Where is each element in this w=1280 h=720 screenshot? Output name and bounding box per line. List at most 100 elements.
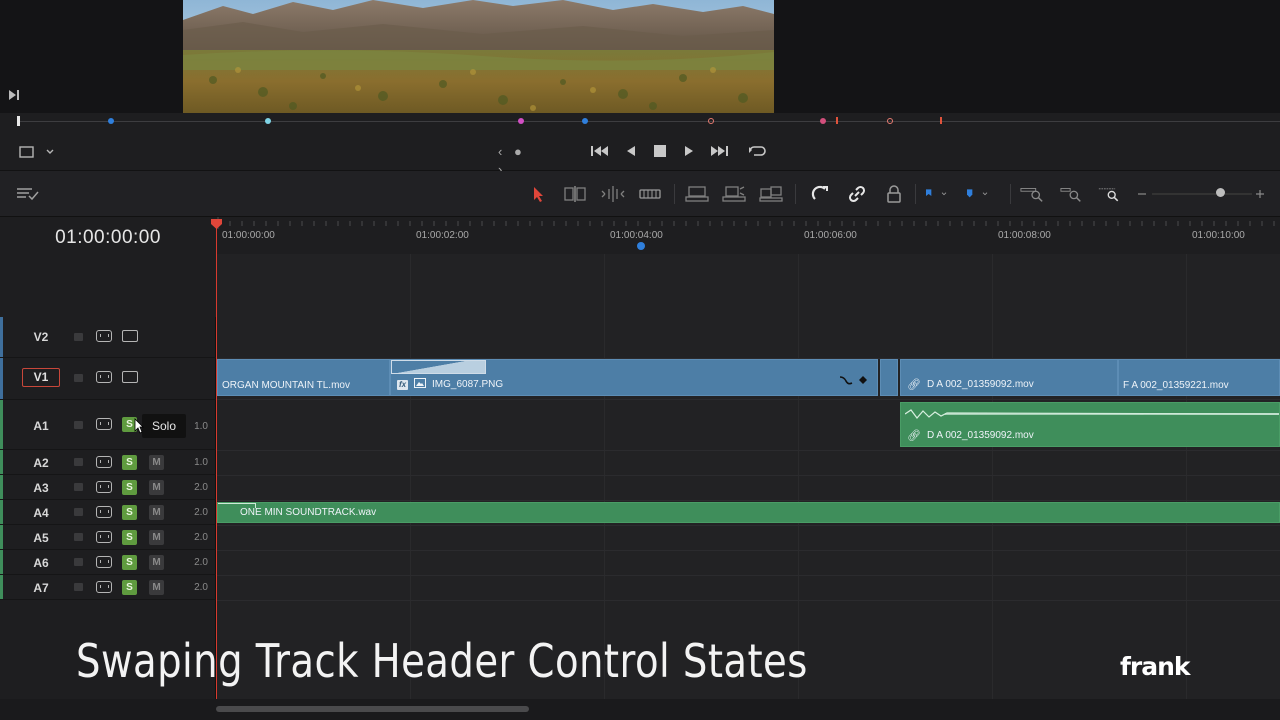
ruler-label: 01:00:10:00 <box>1192 230 1245 241</box>
clip-d-a002-video[interactable]: 🔗︎ D A 002_01359092.mov <box>900 359 1118 396</box>
lock-track-icon[interactable] <box>74 374 83 382</box>
insert-clip-icon[interactable] <box>685 183 709 205</box>
track-header-a3[interactable]: A3 S M 2.0 <box>0 475 216 500</box>
solo-button[interactable]: S <box>122 480 137 495</box>
lock-track-icon[interactable] <box>74 508 83 516</box>
viewer-mode-dropdown[interactable] <box>18 143 58 161</box>
track-header-a5[interactable]: A5 S M 2.0 <box>0 525 216 550</box>
auto-select-icon[interactable] <box>96 481 112 493</box>
zoom-slider-track[interactable] <box>1152 193 1252 195</box>
go-to-last-frame-icon[interactable] <box>708 141 730 161</box>
timeline-tracks-area[interactable] <box>216 254 1280 699</box>
lock-track-icon[interactable] <box>74 533 83 541</box>
auto-select-icon[interactable] <box>96 506 112 518</box>
lock-track-icon[interactable] <box>74 421 83 429</box>
timeline-marker-blue[interactable] <box>637 242 645 250</box>
lock-track-icon[interactable] <box>74 558 83 566</box>
zoom-in-icon[interactable] <box>1250 183 1270 205</box>
solo-button[interactable]: S <box>122 455 137 470</box>
auto-select-icon[interactable] <box>96 330 112 342</box>
auto-select-icon[interactable] <box>96 418 112 430</box>
transition-fade[interactable] <box>391 360 486 374</box>
detail-zoom-icon[interactable] <box>1060 183 1084 205</box>
scrubber-marker-blue[interactable] <box>108 118 114 124</box>
mute-button[interactable]: M <box>149 455 164 470</box>
snapping-icon[interactable] <box>808 183 832 205</box>
track-header-a2[interactable]: A2 S M 1.0 <box>0 450 216 475</box>
auto-select-icon[interactable] <box>96 371 112 383</box>
keyframe-curve-icon[interactable] <box>839 372 871 390</box>
scrubber-marker-pink[interactable] <box>518 118 524 124</box>
track-header-a4[interactable]: A4 S M 2.0 <box>0 500 216 525</box>
lock-track-icon[interactable] <box>74 333 83 341</box>
play-icon[interactable] <box>678 141 700 161</box>
scrubber-marker-hollow[interactable] <box>887 118 893 124</box>
stop-icon[interactable] <box>649 141 671 161</box>
scrubber-marker-rose[interactable] <box>820 118 826 124</box>
timeline-ruler[interactable]: 01:00:00:00 01:00:02:00 01:00:04:00 01:0… <box>216 217 1280 254</box>
trim-edit-mode-icon[interactable] <box>563 183 587 205</box>
lock-track-icon[interactable] <box>74 458 83 466</box>
linked-selection-icon[interactable] <box>845 183 869 205</box>
scrubber-playhead[interactable] <box>17 116 20 126</box>
flag-dropdown-icon[interactable] <box>924 183 948 205</box>
mute-button[interactable]: M <box>149 480 164 495</box>
playhead-handle[interactable] <box>210 217 223 229</box>
track-divider <box>216 450 1280 451</box>
disable-video-track-icon[interactable] <box>122 371 138 383</box>
lock-track-icon[interactable] <box>74 483 83 491</box>
dynamic-trim-mode-icon[interactable] <box>601 183 625 205</box>
lock-track-icon[interactable] <box>74 583 83 591</box>
timeline-bottom-bar <box>0 699 1280 720</box>
viewer-scrubber[interactable] <box>0 113 1280 131</box>
timeline-horizontal-scrollbar[interactable] <box>216 706 529 712</box>
mute-button[interactable]: M <box>149 580 164 595</box>
clip-d-a002-audio[interactable]: 🔗︎ D A 002_01359092.mov <box>900 402 1280 447</box>
position-lock-icon[interactable] <box>882 183 906 205</box>
marker-dropdown-icon[interactable] <box>965 183 989 205</box>
track-header-v1[interactable]: V1 <box>0 358 216 400</box>
full-extent-zoom-icon[interactable] <box>1020 183 1044 205</box>
loop-icon[interactable] <box>745 141 767 161</box>
blade-edit-mode-icon[interactable] <box>638 183 662 205</box>
solo-button[interactable]: S <box>122 505 137 520</box>
jog-control[interactable]: ‹ ● › <box>498 143 538 177</box>
track-name-destination[interactable]: V1 <box>22 368 60 387</box>
clip-organ-mountain[interactable]: ORGAN MOUNTAIN TL.mov <box>217 359 390 396</box>
skip-to-end-icon[interactable] <box>8 89 22 103</box>
timeline-timecode[interactable]: 01:00:00:00 <box>0 227 216 249</box>
zoom-slider-handle[interactable] <box>1216 188 1225 197</box>
overwrite-clip-icon[interactable] <box>722 183 746 205</box>
solo-button[interactable]: S <box>122 530 137 545</box>
track-header-a7[interactable]: A7 S M 2.0 <box>0 575 216 600</box>
solo-button[interactable]: S <box>122 555 137 570</box>
clip-gap-sliver[interactable] <box>880 359 898 396</box>
clip-img-6087[interactable]: fx IMG_6087.PNG <box>390 359 878 396</box>
selection-mode-icon[interactable] <box>526 183 550 205</box>
scrubber-marker-blue[interactable] <box>582 118 588 124</box>
clip-f-a002-video[interactable]: F A 002_01359221.mov <box>1118 359 1280 396</box>
timeline-view-options-icon[interactable] <box>16 183 40 205</box>
brand-watermark: frank <box>1120 652 1190 681</box>
auto-select-icon[interactable] <box>96 531 112 543</box>
auto-select-icon[interactable] <box>96 456 112 468</box>
auto-select-icon[interactable] <box>96 556 112 568</box>
custom-zoom-icon[interactable] <box>1098 183 1122 205</box>
grid-line <box>1186 254 1187 699</box>
solo-button[interactable]: S <box>122 580 137 595</box>
disable-video-track-icon[interactable] <box>122 330 138 342</box>
track-header-a6[interactable]: A6 S M 2.0 <box>0 550 216 575</box>
mute-button[interactable]: M <box>149 555 164 570</box>
go-to-first-frame-icon[interactable] <box>589 141 611 161</box>
mute-button[interactable]: M <box>149 530 164 545</box>
auto-select-icon[interactable] <box>96 581 112 593</box>
zoom-out-icon[interactable] <box>1132 183 1152 205</box>
scrubber-marker-cyan[interactable] <box>265 118 271 124</box>
mute-button[interactable]: M <box>149 505 164 520</box>
replace-clip-icon[interactable] <box>759 183 783 205</box>
clip-one-min-soundtrack[interactable]: ONE MIN SOUNDTRACK.wav <box>217 502 1280 523</box>
scrubber-marker-hollow[interactable] <box>708 118 714 124</box>
track-header-v2[interactable]: V2 <box>0 317 216 358</box>
play-reverse-icon[interactable] <box>620 141 642 161</box>
clip-name: IMG_6087.PNG <box>432 379 504 390</box>
